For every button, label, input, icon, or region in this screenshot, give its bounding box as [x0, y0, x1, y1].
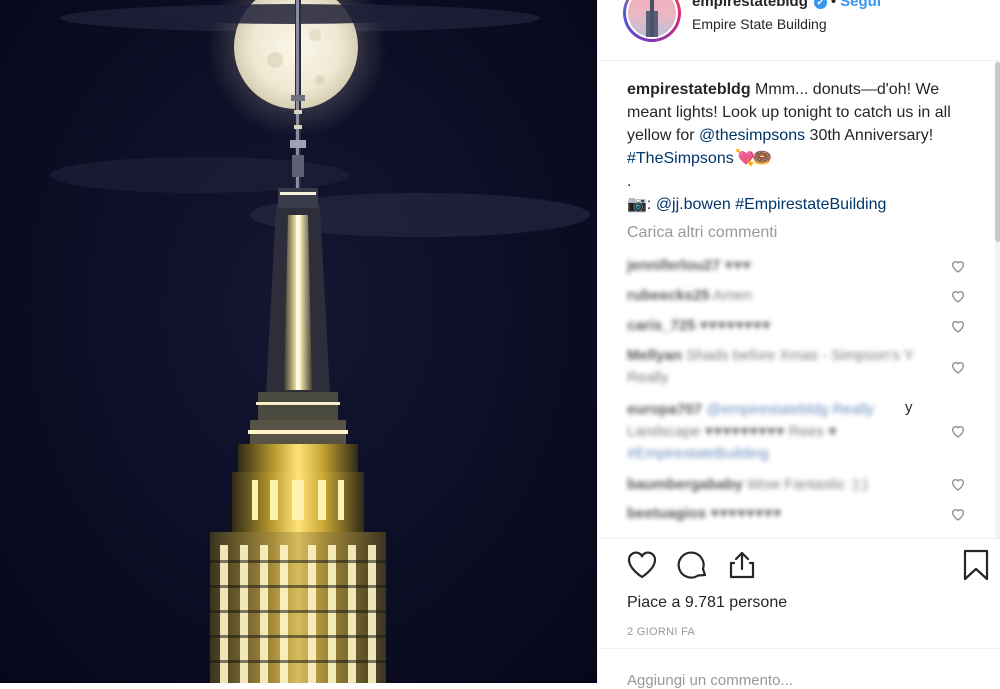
- comment-row: rubeecks25 Amen: [627, 285, 947, 307]
- comment-row: Mellyan Shads before Xmas - Simpson's Y …: [627, 345, 947, 389]
- comment-row: jenniferlou27 ♥♥♥: [627, 255, 947, 277]
- post-sidebar: empirestatebldg ✔ • Segui Empire State Buil…: [597, 0, 1000, 689]
- credit-colon: :: [646, 196, 656, 213]
- separator-dot: •: [830, 0, 837, 10]
- comment-text: ♥♥♥♥♥♥♥♥: [699, 317, 771, 334]
- comment-like-heart-icon[interactable]: [950, 506, 966, 522]
- save-bookmark-icon[interactable]: [959, 548, 993, 582]
- follow-button[interactable]: Segui: [840, 0, 881, 10]
- avatar[interactable]: [623, 0, 681, 42]
- comment-like-heart-icon[interactable]: [950, 423, 966, 439]
- comment-visible-fragment: y: [905, 399, 913, 416]
- likes-number: 9.781: [684, 594, 725, 611]
- comment-username[interactable]: Mellyan: [627, 347, 682, 364]
- credit-hashtag-link[interactable]: #EmpirestateBuilding: [731, 196, 886, 213]
- comment-username[interactable]: europa707: [627, 401, 702, 418]
- comment-like-heart-icon[interactable]: [950, 288, 966, 304]
- comment-username[interactable]: beetuagios: [627, 505, 706, 522]
- credit-mention-link[interactable]: @jj.bowen: [656, 196, 731, 213]
- location-link[interactable]: Empire State Building: [692, 16, 827, 32]
- comment-text: ♥♥♥: [724, 257, 752, 274]
- divider: [598, 648, 1000, 649]
- caption-hashtag-link[interactable]: #TheSimpsons: [627, 150, 734, 167]
- comment-username[interactable]: rubeecks25: [627, 287, 710, 304]
- comment-like-heart-icon[interactable]: [950, 476, 966, 492]
- comment-hashtag[interactable]: #EmpirestateBuilding: [627, 445, 769, 462]
- caption-dot: .: [627, 173, 632, 190]
- comment-text: Amen: [712, 287, 753, 304]
- caption-text-2: 30th Anniversary!: [805, 127, 934, 144]
- caption-mention-link[interactable]: @thesimpsons: [699, 127, 805, 144]
- comment-text: Wow Fantastic :):): [747, 476, 868, 493]
- comment-text: ♥♥♥♥♥♥♥♥: [710, 505, 782, 522]
- likes-count[interactable]: Piace a 9.781 persone: [627, 594, 787, 612]
- post-header: empirestatebldg ✔ • Segui Empire State Buil…: [598, 0, 1000, 61]
- load-more-comments-button[interactable]: Carica altri commenti: [627, 224, 777, 242]
- comment-like-heart-icon[interactable]: [950, 318, 966, 334]
- comment-like-heart-icon[interactable]: [950, 258, 966, 274]
- photo-credit: 📷: @jj.bowen #EmpirestateBuilding: [627, 193, 967, 216]
- likes-suffix: persone: [724, 594, 788, 611]
- caption-emoji: 💘🍩: [733, 150, 772, 167]
- post-photo[interactable]: [0, 0, 597, 683]
- comment-username[interactable]: caris_725: [627, 317, 695, 334]
- share-icon[interactable]: [725, 548, 759, 582]
- post-caption: empirestatebldg Mmm... donuts—d'oh! We m…: [627, 78, 967, 216]
- author-username-link[interactable]: empirestatebldg: [692, 0, 808, 10]
- comment-row: beetuagios ♥♥♥♥♥♥♥♥: [627, 503, 947, 525]
- comment-row: baumbergababy Wow Fantastic :):): [627, 474, 947, 496]
- comment-text: Landscape ♥♥♥♥♥♥♥♥♥ Rees ♥: [627, 423, 837, 440]
- add-comment-input[interactable]: Aggiungi un commento...: [627, 672, 793, 689]
- caption-username-link[interactable]: empirestatebldg: [627, 81, 751, 98]
- comment-row: europa707 @empirestatebldg Really Landsc…: [627, 399, 947, 465]
- comment-like-heart-icon[interactable]: [950, 359, 966, 375]
- divider: [598, 538, 1000, 539]
- comment-bubble-icon[interactable]: [676, 548, 710, 582]
- comments-scrollbar[interactable]: [995, 60, 1000, 538]
- post-author-line: empirestatebldg ✔ • Segui: [692, 0, 881, 10]
- comment-row: caris_725 ♥♥♥♥♥♥♥♥: [627, 315, 947, 337]
- comment-username[interactable]: baumbergababy: [627, 476, 743, 493]
- empire-state-building-image: [50, 0, 590, 683]
- verified-badge-icon: ✔: [813, 0, 827, 9]
- like-heart-icon[interactable]: [625, 548, 659, 582]
- post-timestamp[interactable]: 2 GIORNI FA: [627, 626, 695, 638]
- comment-mention[interactable]: @empirestatebldg Really: [706, 401, 874, 418]
- likes-prefix: Piace a: [627, 594, 685, 611]
- comment-username[interactable]: jenniferlou27: [627, 257, 720, 274]
- camera-icon: 📷: [627, 196, 647, 213]
- comments-section[interactable]: empirestatebldg Mmm... donuts—d'oh! We m…: [598, 60, 1000, 538]
